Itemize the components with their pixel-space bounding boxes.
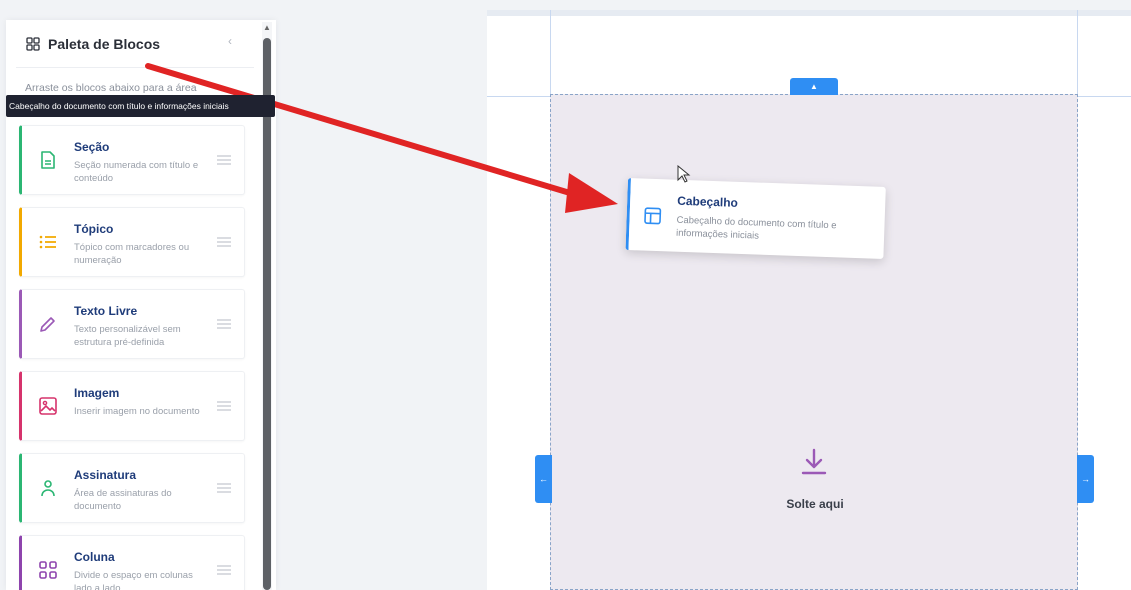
block-description: Seção numerada com título e conteúdo: [74, 160, 199, 184]
margin-guide: [1077, 10, 1078, 96]
dragged-block-title: Cabeçalho: [676, 193, 739, 210]
block-title: Tópico: [74, 222, 114, 236]
block-item-topico[interactable]: Tópico Tópico com marcadores ou numeraçã…: [19, 207, 245, 277]
block-description: Tópico com marcadores ou numeração: [74, 242, 190, 266]
mouse-cursor-icon: [677, 165, 691, 183]
dragged-block-description: Cabeçalho do documento com título e info…: [675, 214, 837, 242]
drag-handle-icon[interactable]: [216, 236, 232, 248]
block-tooltip: Cabeçalho do documento com título e info…: [6, 95, 275, 117]
sidebar-title: Paleta de Blocos: [48, 36, 161, 52]
grid-icon: [39, 561, 57, 579]
block-item-imagem[interactable]: Imagem Inserir imagem no documento: [19, 371, 245, 441]
resize-handle-right[interactable]: →: [1077, 455, 1094, 503]
block-item-assinatura[interactable]: Assinatura Área de assinaturas do docume…: [19, 453, 245, 523]
drag-handle-icon[interactable]: [216, 154, 232, 166]
margin-guide: [550, 10, 551, 96]
sidebar-hint: Arraste os blocos abaixo para a área: [25, 82, 197, 94]
canvas-top-edge: [487, 10, 1131, 16]
resize-handle-top[interactable]: ▲: [790, 78, 838, 95]
drag-handle-icon[interactable]: [216, 564, 232, 576]
scrollbar-thumb[interactable]: [263, 38, 271, 590]
user-icon: [41, 480, 55, 497]
resize-handle-left[interactable]: ←: [535, 455, 552, 503]
drag-handle-icon[interactable]: [216, 400, 232, 412]
dragged-block-cabecalho[interactable]: Cabeçalho Cabeçalho do documento com tít…: [625, 178, 886, 259]
sidebar-header: Paleta de Blocos ‹: [6, 20, 256, 68]
drag-handle-icon[interactable]: [216, 482, 232, 494]
divider: [16, 67, 254, 68]
list-icon: [39, 235, 56, 249]
block-title: Coluna: [74, 550, 115, 564]
block-description: Texto personalizável sem estrutura pré-d…: [74, 324, 181, 348]
drop-label: Solte aqui: [786, 497, 844, 511]
block-title: Seção: [74, 140, 110, 154]
collapse-icon[interactable]: ‹: [228, 34, 232, 48]
block-item-coluna[interactable]: Coluna Divide o espaço em colunas lado a…: [19, 535, 245, 590]
image-icon: [39, 397, 57, 415]
drag-handle-icon[interactable]: [216, 318, 232, 330]
block-description: Área de assinaturas do documento: [74, 488, 172, 512]
palette-grid-icon: [26, 37, 40, 51]
drop-zone[interactable]: [550, 94, 1078, 590]
pencil-icon: [40, 317, 55, 332]
block-item-texto-livre[interactable]: Texto Livre Texto personalizável sem est…: [19, 289, 245, 359]
block-item-secao[interactable]: Seção Seção numerada com título e conteú…: [19, 125, 245, 195]
block-title: Texto Livre: [74, 304, 138, 318]
block-title: Assinatura: [74, 468, 137, 482]
block-title: Imagem: [74, 386, 120, 400]
block-list: Seção Seção numerada com título e conteú…: [19, 125, 245, 590]
scroll-up-icon[interactable]: ▲: [262, 22, 272, 34]
block-description: Divide o espaço em colunas lado a lado: [74, 570, 193, 590]
download-icon: [801, 448, 827, 475]
block-description: Inserir imagem no documento: [74, 406, 200, 417]
layout-icon: [644, 207, 662, 225]
document-icon: [41, 151, 55, 169]
